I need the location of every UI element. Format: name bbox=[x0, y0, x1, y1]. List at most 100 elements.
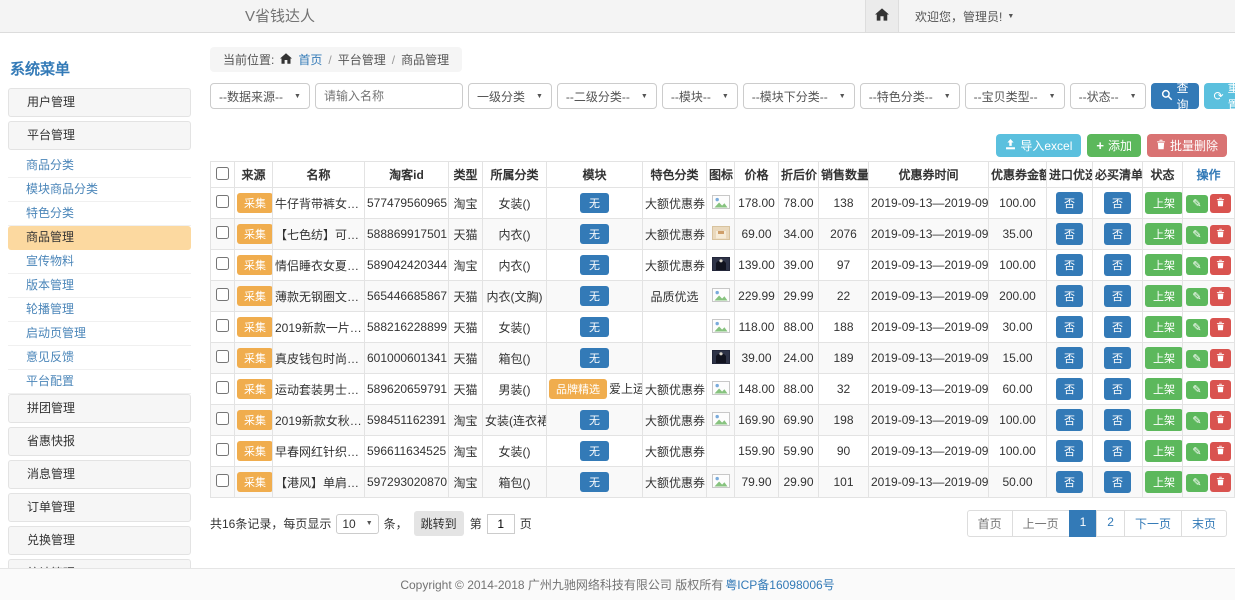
import-toggle-button[interactable]: 否 bbox=[1056, 378, 1083, 400]
edit-button[interactable]: ✎ bbox=[1186, 443, 1207, 461]
must-buy-toggle-button[interactable]: 否 bbox=[1104, 316, 1131, 338]
delete-button[interactable] bbox=[1210, 442, 1231, 461]
sidebar-item-5[interactable]: 商品管理 bbox=[8, 226, 191, 250]
status-button[interactable]: 上架 bbox=[1145, 192, 1183, 214]
page-button-4[interactable]: 下一页 bbox=[1124, 510, 1182, 537]
delete-button[interactable] bbox=[1210, 411, 1231, 430]
delete-button[interactable] bbox=[1210, 473, 1231, 492]
status-button[interactable]: 上架 bbox=[1145, 347, 1183, 369]
search-button[interactable]: 查询 bbox=[1151, 83, 1199, 109]
row-checkbox[interactable] bbox=[216, 474, 229, 487]
sidebar-item-12[interactable]: 拼团管理 bbox=[8, 394, 191, 423]
filter-select-source[interactable]: --数据来源-- ▼ bbox=[210, 83, 310, 109]
edit-button[interactable]: ✎ bbox=[1186, 381, 1207, 399]
row-checkbox[interactable] bbox=[216, 443, 229, 456]
filter-select-0[interactable]: 一级分类▼ bbox=[468, 83, 552, 109]
breadcrumb-home-link[interactable]: 首页 bbox=[298, 51, 322, 68]
sidebar-item-9[interactable]: 启动页管理 bbox=[8, 322, 191, 346]
sidebar-item-15[interactable]: 订单管理 bbox=[8, 493, 191, 522]
delete-button[interactable] bbox=[1210, 349, 1231, 368]
sidebar-item-0[interactable]: 用户管理 bbox=[8, 88, 191, 117]
page-button-3[interactable]: 2 bbox=[1096, 510, 1125, 537]
import-toggle-button[interactable]: 否 bbox=[1056, 254, 1083, 276]
sidebar-item-1[interactable]: 平台管理 bbox=[8, 121, 191, 150]
filter-select-1[interactable]: --二级分类--▼ bbox=[557, 83, 657, 109]
jump-button[interactable]: 跳转到 bbox=[414, 511, 464, 536]
sidebar-item-14[interactable]: 消息管理 bbox=[8, 460, 191, 489]
jump-page-input[interactable] bbox=[487, 514, 515, 534]
import-toggle-button[interactable]: 否 bbox=[1056, 316, 1083, 338]
sidebar-item-7[interactable]: 版本管理 bbox=[8, 274, 191, 298]
status-button[interactable]: 上架 bbox=[1145, 285, 1183, 307]
import-toggle-button[interactable]: 否 bbox=[1056, 409, 1083, 431]
must-buy-toggle-button[interactable]: 否 bbox=[1104, 471, 1131, 493]
import-toggle-button[interactable]: 否 bbox=[1056, 285, 1083, 307]
edit-button[interactable]: ✎ bbox=[1186, 319, 1207, 337]
batch-delete-button[interactable]: 批量删除 bbox=[1147, 134, 1227, 157]
delete-button[interactable] bbox=[1210, 318, 1231, 337]
edit-button[interactable]: ✎ bbox=[1186, 257, 1207, 275]
icp-link[interactable]: 粤ICP备16098006号 bbox=[725, 576, 834, 593]
reset-button[interactable]: ⟳ 重置 bbox=[1204, 83, 1235, 109]
status-button[interactable]: 上架 bbox=[1145, 378, 1183, 400]
import-toggle-button[interactable]: 否 bbox=[1056, 347, 1083, 369]
filter-select-6[interactable]: --状态--▼ bbox=[1070, 83, 1146, 109]
edit-button[interactable]: ✎ bbox=[1186, 474, 1207, 492]
page-button-1[interactable]: 上一页 bbox=[1012, 510, 1070, 537]
add-button[interactable]: + 添加 bbox=[1087, 134, 1141, 157]
sidebar-item-13[interactable]: 省惠快报 bbox=[8, 427, 191, 456]
row-checkbox[interactable] bbox=[216, 412, 229, 425]
must-buy-toggle-button[interactable]: 否 bbox=[1104, 378, 1131, 400]
user-menu[interactable]: 欢迎您，管理员! ▼ bbox=[915, 8, 1014, 25]
status-button[interactable]: 上架 bbox=[1145, 409, 1183, 431]
status-button[interactable]: 上架 bbox=[1145, 254, 1183, 276]
must-buy-toggle-button[interactable]: 否 bbox=[1104, 192, 1131, 214]
page-size-select[interactable]: 10 ▼ bbox=[336, 514, 378, 534]
row-checkbox[interactable] bbox=[216, 319, 229, 332]
delete-button[interactable] bbox=[1210, 256, 1231, 275]
sidebar-item-10[interactable]: 意见反馈 bbox=[8, 346, 191, 370]
must-buy-toggle-button[interactable]: 否 bbox=[1104, 347, 1131, 369]
import-toggle-button[interactable]: 否 bbox=[1056, 440, 1083, 462]
row-checkbox[interactable] bbox=[216, 350, 229, 363]
status-button[interactable]: 上架 bbox=[1145, 223, 1183, 245]
filter-select-3[interactable]: --模块下分类--▼ bbox=[743, 83, 855, 109]
edit-button[interactable]: ✎ bbox=[1186, 350, 1207, 368]
delete-button[interactable] bbox=[1210, 225, 1231, 244]
delete-button[interactable] bbox=[1210, 287, 1231, 306]
row-checkbox[interactable] bbox=[216, 226, 229, 239]
filter-select-2[interactable]: --模块--▼ bbox=[662, 83, 738, 109]
status-button[interactable]: 上架 bbox=[1145, 316, 1183, 338]
import-toggle-button[interactable]: 否 bbox=[1056, 223, 1083, 245]
select-all-checkbox[interactable] bbox=[216, 167, 229, 180]
sidebar-item-4[interactable]: 特色分类 bbox=[8, 202, 191, 226]
page-button-2[interactable]: 1 bbox=[1069, 510, 1098, 537]
import-toggle-button[interactable]: 否 bbox=[1056, 471, 1083, 493]
edit-button[interactable]: ✎ bbox=[1186, 195, 1207, 213]
filter-select-5[interactable]: --宝贝类型--▼ bbox=[965, 83, 1065, 109]
sidebar-item-16[interactable]: 兑换管理 bbox=[8, 526, 191, 555]
edit-button[interactable]: ✎ bbox=[1186, 226, 1207, 244]
status-button[interactable]: 上架 bbox=[1145, 440, 1183, 462]
edit-button[interactable]: ✎ bbox=[1186, 288, 1207, 306]
must-buy-toggle-button[interactable]: 否 bbox=[1104, 440, 1131, 462]
sidebar-item-2[interactable]: 商品分类 bbox=[8, 154, 191, 178]
home-button[interactable] bbox=[865, 0, 899, 32]
row-checkbox[interactable] bbox=[216, 195, 229, 208]
page-button-5[interactable]: 末页 bbox=[1181, 510, 1227, 537]
name-search-input[interactable] bbox=[315, 83, 463, 109]
sidebar-item-3[interactable]: 模块商品分类 bbox=[8, 178, 191, 202]
status-button[interactable]: 上架 bbox=[1145, 471, 1183, 493]
must-buy-toggle-button[interactable]: 否 bbox=[1104, 223, 1131, 245]
row-checkbox[interactable] bbox=[216, 257, 229, 270]
sidebar-item-8[interactable]: 轮播管理 bbox=[8, 298, 191, 322]
sidebar-item-11[interactable]: 平台配置 bbox=[8, 370, 191, 394]
import-excel-button[interactable]: 导入excel bbox=[996, 134, 1081, 157]
delete-button[interactable] bbox=[1210, 380, 1231, 399]
edit-button[interactable]: ✎ bbox=[1186, 412, 1207, 430]
must-buy-toggle-button[interactable]: 否 bbox=[1104, 409, 1131, 431]
sidebar-item-6[interactable]: 宣传物料 bbox=[8, 250, 191, 274]
import-toggle-button[interactable]: 否 bbox=[1056, 192, 1083, 214]
page-button-0[interactable]: 首页 bbox=[967, 510, 1013, 537]
must-buy-toggle-button[interactable]: 否 bbox=[1104, 254, 1131, 276]
